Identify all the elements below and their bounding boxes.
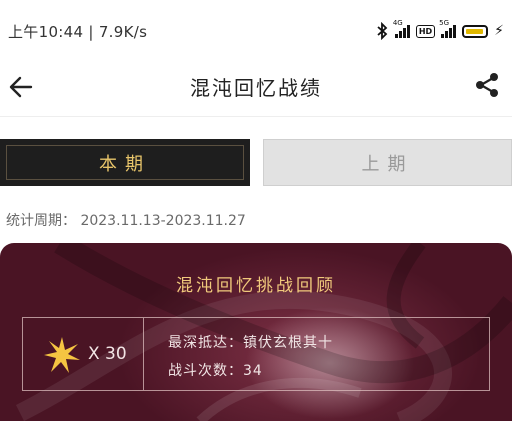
tab-current-period[interactable]: 本期 bbox=[0, 139, 250, 186]
signal-bar bbox=[394, 34, 398, 38]
signal-bar bbox=[449, 28, 453, 38]
network-speed: 7.9K/s bbox=[98, 22, 148, 41]
battle-count: 战斗次数：34 bbox=[168, 360, 263, 380]
tab-inner-border bbox=[6, 145, 244, 180]
star-icon bbox=[44, 337, 80, 373]
deepest-reached: 最深抵达：镇伏玄根其十 bbox=[168, 332, 333, 352]
deepest-label: 最深抵达： bbox=[168, 335, 243, 351]
deepest-value: 镇伏玄根其十 bbox=[243, 335, 333, 351]
charging-icon: ⚡ bbox=[494, 23, 504, 39]
tab-previous-label: 上期 bbox=[361, 153, 414, 175]
stats-period: 统计周期： 2023.11.13-2023.11.27 bbox=[6, 210, 246, 230]
review-stat-box: X 30 最深抵达：镇伏玄根其十 战斗次数：34 bbox=[22, 317, 490, 391]
status-bar: 上午10:44 | 7.9K/s 4G HD 5G ⚡ bbox=[0, 0, 512, 62]
signal-bar bbox=[445, 31, 449, 38]
battery-icon bbox=[462, 24, 489, 38]
title-bar: 混沌回忆战绩 bbox=[0, 62, 512, 110]
signal-bar bbox=[453, 25, 457, 38]
status-separator: | bbox=[88, 22, 99, 41]
status-time: 上午10:44 bbox=[8, 22, 84, 41]
signal-4g-label: 4G bbox=[392, 19, 403, 27]
signal-bar bbox=[402, 28, 406, 38]
stats-period-range: 2023.11.13-2023.11.27 bbox=[80, 213, 246, 229]
bluetooth-icon bbox=[377, 22, 388, 40]
status-left: 上午10:44 | 7.9K/s bbox=[8, 21, 147, 42]
stat-box-separator bbox=[143, 318, 144, 390]
review-card: 混沌回忆挑战回顾 X 30 最深抵达：镇伏玄根其十 战斗次数：34 bbox=[0, 243, 512, 421]
signal-5g-label: 5G bbox=[439, 19, 450, 27]
review-title: 混沌回忆挑战回顾 bbox=[176, 276, 336, 296]
status-right: 4G HD 5G ⚡ bbox=[375, 19, 504, 40]
signal-bar bbox=[398, 31, 402, 38]
star-count: X 30 bbox=[88, 344, 127, 364]
battles-label: 战斗次数： bbox=[168, 363, 243, 379]
tab-previous-period[interactable]: 上期 bbox=[263, 139, 512, 186]
header-divider bbox=[0, 116, 512, 117]
share-icon[interactable] bbox=[470, 68, 504, 102]
signal-bar bbox=[406, 25, 410, 38]
signal-4g-icon: 4G bbox=[393, 19, 410, 38]
page-title: 混沌回忆战绩 bbox=[190, 76, 322, 100]
battles-value: 34 bbox=[243, 363, 263, 379]
signal-bar bbox=[441, 34, 445, 38]
signal-5g-icon: 5G bbox=[439, 19, 457, 38]
stats-period-label: 统计周期： bbox=[6, 213, 76, 229]
hd-icon: HD bbox=[415, 24, 436, 38]
